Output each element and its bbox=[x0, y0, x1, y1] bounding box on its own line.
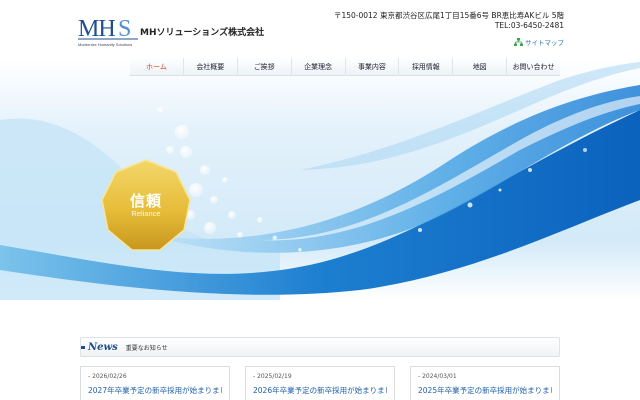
svg-text:MH: MH bbox=[78, 16, 115, 42]
news-date: - 2026/02/26 bbox=[88, 373, 127, 380]
main-nav: ホーム 会社概要 ご挨拶 企業理念 事業内容 採用情報 地図 お問い合わせ bbox=[130, 58, 560, 76]
sitemap-icon bbox=[514, 38, 523, 46]
news-link[interactable]: 2027年卒業予定の新卒採用が始まりました bbox=[88, 385, 222, 396]
nav-company-profile[interactable]: 会社概要 bbox=[182, 58, 237, 76]
news-card[interactable]: - 2024/03/01 2025年卒業予定の新卒採用が始まりました bbox=[410, 366, 560, 400]
badge-subtitle: Reliance bbox=[131, 209, 161, 218]
nav-philosophy[interactable]: 企業理念 bbox=[290, 58, 345, 76]
site-header: MH S Modernize Humanity Solutions MHソリュー… bbox=[0, 0, 640, 60]
news-date: - 2024/03/01 bbox=[418, 373, 457, 380]
nav-map[interactable]: 地図 bbox=[452, 58, 507, 76]
news-subtitle: 重要なお知らせ bbox=[125, 344, 168, 352]
news-accent bbox=[81, 345, 85, 349]
nav-greeting[interactable]: ご挨拶 bbox=[236, 58, 291, 76]
news-card[interactable]: - 2025/02/19 2026年卒業予定の新卒採用が始まりました bbox=[245, 366, 395, 400]
company-logo[interactable]: MH S Modernize Humanity Solutions bbox=[78, 14, 138, 50]
svg-text:S: S bbox=[118, 16, 131, 42]
nav-recruit[interactable]: 採用情報 bbox=[398, 58, 453, 76]
nav-home[interactable]: ホーム bbox=[130, 58, 183, 76]
news-date: - 2025/02/19 bbox=[253, 373, 292, 380]
nav-contact[interactable]: お問い合わせ bbox=[506, 58, 560, 76]
badge-title: 信頼 bbox=[129, 192, 162, 210]
news-header: News 重要なお知らせ bbox=[80, 337, 560, 357]
company-address: 〒150-0012 東京都渋谷区広尾1丁目15番6号 BR恵比寿AKビル 5階 bbox=[333, 11, 564, 20]
company-tel: TEL:03-6450-2481 bbox=[494, 21, 564, 30]
news-card[interactable]: - 2026/02/26 2027年卒業予定の新卒採用が始まりました bbox=[80, 366, 230, 400]
logo-tagline: Modernize Humanity Solutions bbox=[78, 42, 133, 47]
sitemap-link[interactable]: サイトマップ bbox=[514, 37, 564, 47]
news-title: News bbox=[88, 341, 118, 353]
sitemap-label: サイトマップ bbox=[525, 39, 564, 47]
nav-business[interactable]: 事業内容 bbox=[344, 58, 399, 76]
company-name: MHソリューションズ株式会社 bbox=[140, 28, 265, 38]
logo-mark: MH S bbox=[78, 16, 138, 42]
page: 信頼 Reliance MH S Modernize Humanity Solu… bbox=[0, 0, 640, 400]
news-link[interactable]: 2026年卒業予定の新卒採用が始まりました bbox=[253, 385, 387, 396]
news-link[interactable]: 2025年卒業予定の新卒採用が始まりました bbox=[418, 385, 552, 396]
